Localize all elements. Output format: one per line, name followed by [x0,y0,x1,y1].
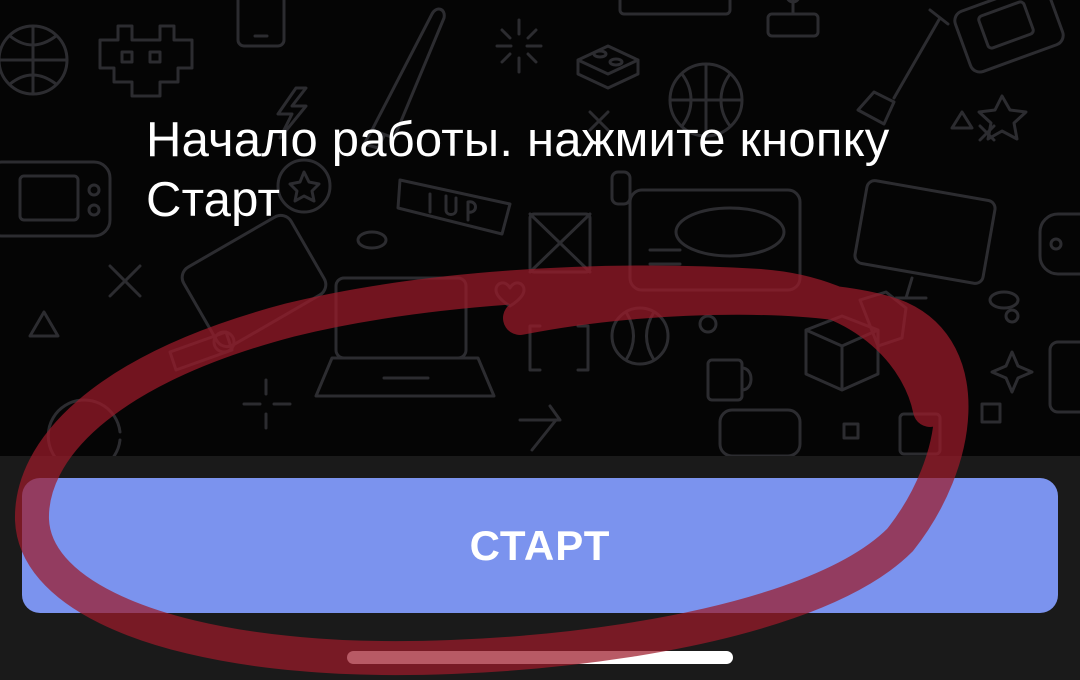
square-icon [842,402,1002,440]
handheld-console-icon [953,0,1065,74]
pacman-icon [46,398,122,456]
sparkle-icon-2 [242,378,292,430]
cube-icon [898,412,942,456]
phone-icon-2 [1048,340,1080,414]
joystick-icon [766,0,820,38]
start-button[interactable]: СТАРТ [22,478,1058,613]
arrow-icon [518,404,562,452]
laptop-icon [314,276,496,398]
home-indicator[interactable] [347,651,733,664]
scroll-icon [168,330,236,372]
switch-console-icon [180,213,328,349]
start-instructions-text: Начало работы. нажмите кнопку Старт [146,113,890,227]
space-invader-icon [98,24,194,98]
baseball-icon [610,306,670,366]
x-icon [108,264,142,298]
sparkle-icon [495,18,543,74]
gamepad-icon [0,160,112,238]
dice-icon [804,290,908,392]
box-icon [618,0,732,16]
controller-icon-2 [718,408,802,456]
brackets-icon [528,324,590,372]
brick-icon [576,44,640,90]
controller-icon [1038,212,1080,276]
phone-icon [236,0,286,48]
shovel-icon [856,8,950,126]
circle-icon [698,308,1020,334]
mug-icon [706,358,753,402]
globe-icon [0,24,69,96]
diamond-icon [990,350,1034,394]
heart-icon [494,281,526,308]
